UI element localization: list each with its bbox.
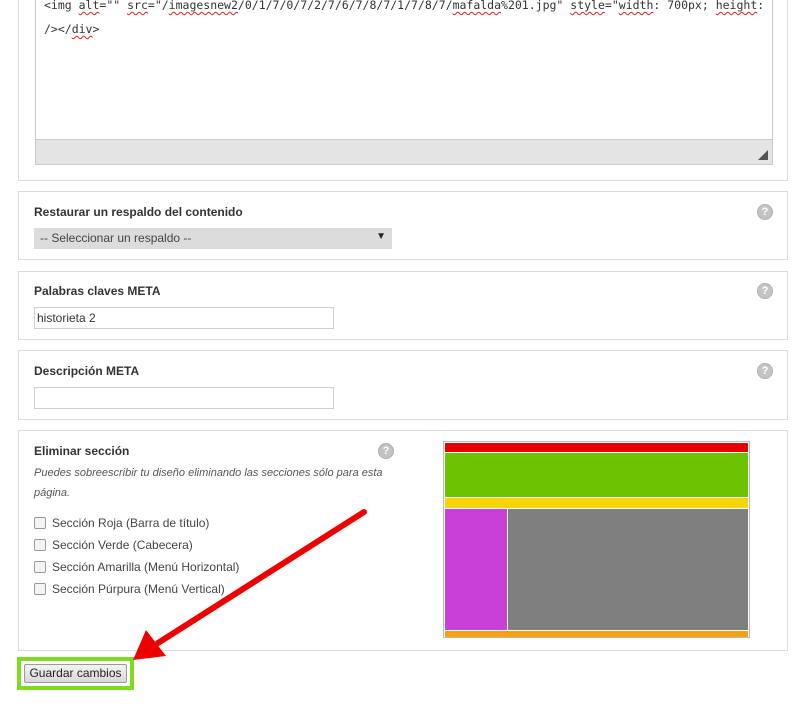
content-editor-panel: <img alt="" src="/imagesnew2/0/1/7/0/7/2… bbox=[18, 0, 788, 181]
resize-handle-icon[interactable] bbox=[758, 150, 768, 160]
checkbox-box[interactable] bbox=[34, 561, 46, 573]
help-icon[interactable]: ? bbox=[757, 283, 773, 299]
preview-footer-section bbox=[445, 631, 748, 637]
backup-select[interactable]: -- Seleccionar un respaldo -- ▼ bbox=[34, 228, 392, 249]
html-source-editor[interactable]: <img alt="" src="/imagesnew2/0/1/7/0/7/2… bbox=[35, 0, 773, 139]
checkbox-label: Sección Púrpura (Menú Vertical) bbox=[52, 582, 225, 596]
save-button-highlight: Guardar cambios bbox=[17, 657, 134, 690]
remove-section-description: Puedes sobreescribir tu diseño eliminand… bbox=[34, 467, 383, 499]
help-icon[interactable]: ? bbox=[378, 443, 394, 459]
code-line-2: /></div> bbox=[44, 22, 100, 36]
help-icon[interactable]: ? bbox=[757, 204, 773, 220]
preview-yellow-section bbox=[445, 498, 748, 508]
meta-keywords-panel: Palabras claves META ? historieta 2 bbox=[18, 271, 788, 340]
checkbox-label: Sección Amarilla (Menú Horizontal) bbox=[52, 560, 240, 574]
meta-description-input[interactable] bbox=[34, 387, 334, 409]
remove-section-title: Eliminar sección bbox=[34, 444, 130, 458]
backup-select-value: -- Seleccionar un respaldo -- bbox=[40, 231, 192, 245]
preview-content-section bbox=[508, 509, 748, 630]
restore-backup-panel: Restaurar un respaldo del contenido ? --… bbox=[18, 191, 788, 260]
meta-description-panel: Descripción META ? bbox=[18, 350, 788, 420]
checkbox-box[interactable] bbox=[34, 539, 46, 551]
checkbox-box[interactable] bbox=[34, 517, 46, 529]
checkbox-yellow-section[interactable]: Sección Amarilla (Menú Horizontal) bbox=[34, 560, 239, 574]
preview-red-section bbox=[445, 443, 748, 452]
help-icon[interactable]: ? bbox=[757, 363, 773, 379]
save-button[interactable]: Guardar cambios bbox=[24, 664, 127, 683]
preview-purple-section bbox=[445, 509, 507, 630]
checkbox-green-section[interactable]: Sección Verde (Cabecera) bbox=[34, 538, 193, 552]
checkbox-red-section[interactable]: Sección Roja (Barra de título) bbox=[34, 516, 209, 530]
meta-keywords-input[interactable]: historieta 2 bbox=[34, 307, 334, 329]
meta-keywords-title: Palabras claves META bbox=[34, 284, 161, 298]
checkbox-purple-section[interactable]: Sección Púrpura (Menú Vertical) bbox=[34, 582, 225, 596]
remove-section-panel: Eliminar sección ? Puedes sobreescribir … bbox=[18, 430, 788, 651]
restore-backup-title: Restaurar un respaldo del contenido bbox=[34, 205, 243, 219]
meta-description-title: Descripción META bbox=[34, 364, 140, 378]
checkbox-label: Sección Verde (Cabecera) bbox=[52, 538, 193, 552]
checkbox-label: Sección Roja (Barra de título) bbox=[52, 516, 210, 530]
checkbox-box[interactable] bbox=[34, 583, 46, 595]
preview-green-section bbox=[445, 453, 748, 497]
code-line-1: <img alt="" src="/imagesnew2/0/1/7/0/7/2… bbox=[44, 0, 772, 12]
chevron-down-icon: ▼ bbox=[376, 231, 386, 242]
layout-preview bbox=[443, 441, 750, 638]
editor-status-bar bbox=[35, 139, 773, 165]
